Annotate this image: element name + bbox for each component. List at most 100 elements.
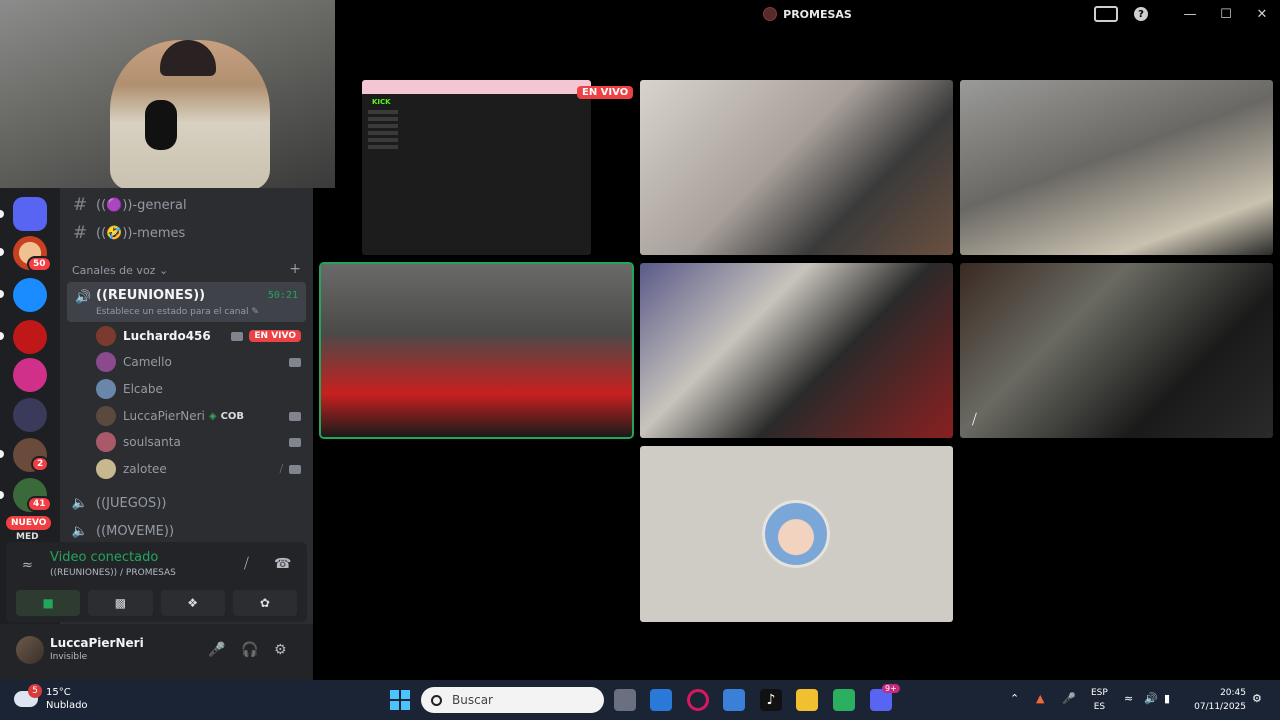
voice-member[interactable]: Elcabe xyxy=(96,377,301,401)
store-icon[interactable] xyxy=(723,689,745,711)
microphone-tray-icon[interactable]: 🎤 xyxy=(1062,692,1076,705)
disconnect-icon[interactable]: ☎ xyxy=(274,556,291,572)
speaker-icon: 🔊 xyxy=(75,290,92,305)
task-view-icon[interactable] xyxy=(614,689,636,711)
tray-app-icon[interactable]: ▲ xyxy=(1036,692,1044,705)
whatsapp-icon[interactable] xyxy=(833,689,855,711)
voice-member[interactable]: LuccaPierNeri ◈ COB xyxy=(96,404,301,428)
tiktok-icon[interactable]: ♪ xyxy=(760,689,782,711)
voice-member[interactable]: soulsanta xyxy=(96,430,301,454)
muted-microphone-icon: ⧸ xyxy=(972,412,977,428)
add-channel-icon[interactable]: + xyxy=(289,261,301,277)
mention-badge: 50 xyxy=(27,256,52,272)
server-icon-4[interactable] xyxy=(13,358,47,392)
voice-section-header[interactable]: Canales de voz ⌄ + xyxy=(72,261,301,277)
minimize-button[interactable]: — xyxy=(1172,0,1208,28)
settings-gear-icon[interactable]: ⚙ xyxy=(274,642,287,658)
system-clock[interactable]: 20:45 07/11/2025 xyxy=(1192,686,1246,714)
weather-text: 15°C Nublado xyxy=(46,686,88,712)
soundboard-button[interactable]: ✿ xyxy=(232,590,297,616)
taskbar-search[interactable]: Buscar xyxy=(421,687,604,713)
streamer-microphone xyxy=(145,100,177,150)
unread-pill xyxy=(0,450,4,458)
server-icon xyxy=(763,7,778,21)
voice-member[interactable]: Camello xyxy=(96,350,301,374)
user-name[interactable]: LuccaPierNeri xyxy=(50,636,144,650)
kick-logo: KICK xyxy=(372,98,391,106)
live-badge: EN VIVO xyxy=(577,86,634,99)
battery-icon[interactable]: ▮ xyxy=(1164,692,1170,705)
server-icon-2[interactable] xyxy=(13,278,47,312)
weather-widget[interactable]: 5 15°C Nublado xyxy=(14,684,88,712)
voice-channel-juegos[interactable]: 🔈 ((JUEGOS)) xyxy=(68,490,305,516)
opera-icon[interactable] xyxy=(687,689,709,711)
avatar xyxy=(96,432,116,452)
tray-chevron-icon[interactable]: ⌃ xyxy=(1010,692,1019,705)
microphone-icon[interactable]: 🎤 xyxy=(208,642,225,658)
maximize-button[interactable]: ☐ xyxy=(1208,0,1244,28)
noise-suppression-icon[interactable]: ⧸ xyxy=(244,556,249,572)
signal-icon[interactable]: ≈ xyxy=(22,558,33,573)
hash-icon: # xyxy=(72,223,88,243)
speaker-icon: 🔈 xyxy=(71,495,89,511)
text-channel-memes[interactable]: # ((🤣))-memes xyxy=(68,220,305,246)
server-icon-5[interactable] xyxy=(13,398,47,432)
voice-channel-label: ((MOVEME)) xyxy=(96,523,175,539)
video-tile-avatar-only[interactable] xyxy=(640,446,953,622)
voice-channel-moveme[interactable]: 🔈 ((MOVEME)) xyxy=(68,518,305,544)
close-button[interactable]: ✕ xyxy=(1244,0,1280,28)
tag-icon: ◈ xyxy=(208,410,217,422)
video-tile-podcast[interactable] xyxy=(960,80,1273,255)
window-title: PROMESAS xyxy=(783,7,852,21)
video-tile-guest[interactable]: ⧸ xyxy=(960,263,1273,438)
server-icon-home[interactable] xyxy=(13,197,47,231)
weather-temp: 15°C xyxy=(46,687,71,698)
member-name: Camello xyxy=(123,355,172,369)
voice-channel-reuniones[interactable]: 🔊 ((REUNIONES)) 50:21 Establece un estad… xyxy=(67,282,306,322)
voice-connection-panel: ≈ Video conectado ((REUNIONES)) / PROMES… xyxy=(6,542,307,622)
connection-status[interactable]: Video conectado xyxy=(50,550,158,565)
inbox-icon[interactable] xyxy=(1094,6,1118,22)
voice-timer: 50:21 xyxy=(267,290,298,301)
camera-button[interactable]: ■ xyxy=(16,590,81,616)
unread-pill xyxy=(0,210,4,218)
video-tile-kick-cap[interactable] xyxy=(640,263,953,438)
help-icon[interactable]: ? xyxy=(1134,7,1148,21)
discord-window: PROMESAS ? — ☐ ✕ 50 2 41 NUEVO MED # ((🟣… xyxy=(0,0,1280,680)
discord-badge: 9+ xyxy=(882,684,900,693)
activities-button[interactable]: ❖ xyxy=(160,590,225,616)
video-tile-gamer[interactable] xyxy=(640,80,953,255)
server-icon-3[interactable] xyxy=(13,320,47,354)
user-status: Invisible xyxy=(50,652,88,662)
muted-camera-icon: ⧸ xyxy=(279,463,283,475)
weather-desc: Nublado xyxy=(46,700,88,711)
search-placeholder: Buscar xyxy=(452,693,493,707)
language-indicator[interactable]: ESP ES xyxy=(1091,686,1108,714)
member-name: Elcabe xyxy=(123,382,163,396)
unread-pill xyxy=(0,290,4,298)
new-badge[interactable]: NUEVO xyxy=(6,516,52,530)
avatar xyxy=(96,406,116,426)
voice-member[interactable]: zalotee ⧸ xyxy=(96,457,301,481)
unread-pill xyxy=(0,332,4,340)
notifications-icon[interactable]: ⚙ xyxy=(1252,692,1262,705)
video-tile-speaker[interactable] xyxy=(321,264,632,437)
mention-badge: 41 xyxy=(27,496,52,512)
outlook-icon[interactable] xyxy=(650,689,672,711)
file-explorer-icon[interactable] xyxy=(796,689,818,711)
text-channel-general[interactable]: # ((🟣))-general xyxy=(68,192,305,218)
voice-member[interactable]: Luchardo456 EN VIVO xyxy=(96,324,301,348)
channel-status[interactable]: Establece un estado para el canal ✎ xyxy=(96,307,259,317)
wifi-icon[interactable]: ≈ xyxy=(1124,692,1133,705)
screen-share-button[interactable]: ▩ xyxy=(88,590,153,616)
user-avatar[interactable] xyxy=(16,636,44,664)
member-name: soulsanta xyxy=(123,435,181,449)
speaker-icon: 🔈 xyxy=(71,523,89,539)
window-controls: ? — ☐ ✕ xyxy=(1094,0,1280,28)
camera-icon xyxy=(289,437,301,447)
windows-start-icon[interactable] xyxy=(390,690,410,710)
screen-share-tile[interactable]: KICK xyxy=(362,80,591,255)
headphones-icon[interactable]: 🎧 xyxy=(241,642,258,658)
volume-icon[interactable]: 🔊 xyxy=(1144,692,1158,705)
server-label-partial: MED xyxy=(16,532,39,542)
